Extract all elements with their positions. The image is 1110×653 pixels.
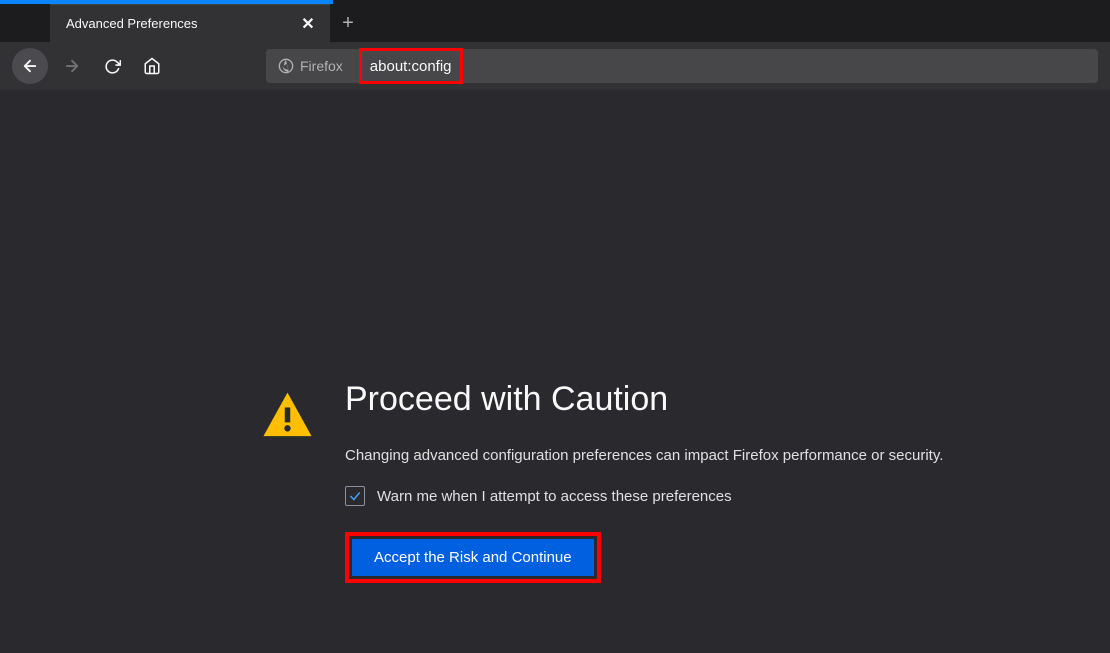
firefox-logo-icon	[278, 58, 294, 74]
identity-label: Firefox	[300, 58, 343, 74]
toolbar: Firefox about:config	[0, 42, 1110, 90]
home-icon	[143, 57, 161, 75]
warning-heading: Proceed with Caution	[345, 380, 943, 419]
close-tab-icon[interactable]: ✕	[298, 14, 318, 34]
arrow-right-icon	[63, 57, 81, 75]
new-tab-button[interactable]: +	[330, 4, 366, 42]
tab-strip: Advanced Preferences ✕ +	[0, 4, 1110, 42]
arrow-left-icon	[21, 57, 39, 75]
tab-title: Advanced Preferences	[66, 16, 298, 31]
tab-advanced-preferences[interactable]: Advanced Preferences ✕	[50, 4, 330, 42]
warning-body: Proceed with Caution Changing advanced c…	[345, 380, 943, 583]
warning-description: Changing advanced configuration preferen…	[345, 447, 943, 464]
forward-button	[56, 50, 88, 82]
warn-checkbox-label: Warn me when I attempt to access these p…	[377, 488, 732, 505]
checkbox-icon[interactable]	[345, 486, 365, 506]
home-button[interactable]	[136, 50, 168, 82]
warn-checkbox-row[interactable]: Warn me when I attempt to access these p…	[345, 486, 943, 506]
address-bar[interactable]: Firefox about:config	[266, 49, 1098, 83]
accept-risk-button[interactable]: Accept the Risk and Continue	[352, 539, 594, 576]
warning-icon	[260, 388, 315, 443]
back-button[interactable]	[12, 48, 48, 84]
url-text-highlighted: about:config	[359, 48, 463, 84]
content-area: Proceed with Caution Changing advanced c…	[0, 90, 1110, 583]
accept-button-highlight: Accept the Risk and Continue	[345, 532, 601, 583]
url-text: about:config	[370, 58, 452, 75]
reload-icon	[104, 58, 121, 75]
checkmark-icon	[348, 489, 362, 503]
site-identity[interactable]: Firefox	[270, 58, 351, 74]
reload-button[interactable]	[96, 50, 128, 82]
